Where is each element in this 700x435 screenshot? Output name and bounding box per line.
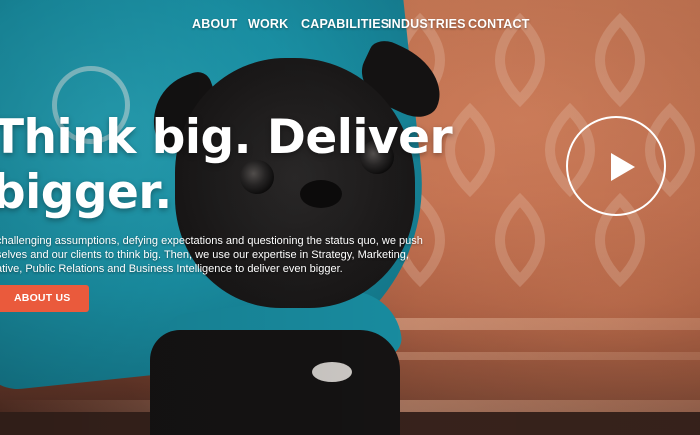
nav-item-contact[interactable]: CONTACT [468, 17, 530, 31]
nav-item-about[interactable]: ABOUT [192, 17, 237, 31]
hero-description-line: ative, Public Relations and Business Int… [0, 263, 343, 275]
hero-headline-line: Think big. Deliver [0, 110, 453, 165]
nav-item-industries[interactable]: INDUSTRIES [388, 17, 466, 31]
nav-item-capabilities[interactable]: CAPABILITIES [301, 17, 389, 31]
hero-description: challenging assumptions, defying expecta… [0, 234, 423, 276]
hero-headline-line: bigger. [0, 165, 172, 220]
hero-description-line: challenging assumptions, defying expecta… [0, 235, 423, 247]
hero-section: ABOUT WORK CAPABILITIES INDUSTRIES CONTA… [0, 0, 700, 435]
hero-headline: Think big. Deliver bigger. [0, 110, 453, 220]
hero-description-line: selves and our clients to think big. The… [0, 249, 409, 261]
play-icon [611, 153, 635, 181]
nav-item-work[interactable]: WORK [248, 17, 288, 31]
play-video-button[interactable] [566, 116, 666, 216]
about-us-button[interactable]: ABOUT US [0, 285, 89, 312]
